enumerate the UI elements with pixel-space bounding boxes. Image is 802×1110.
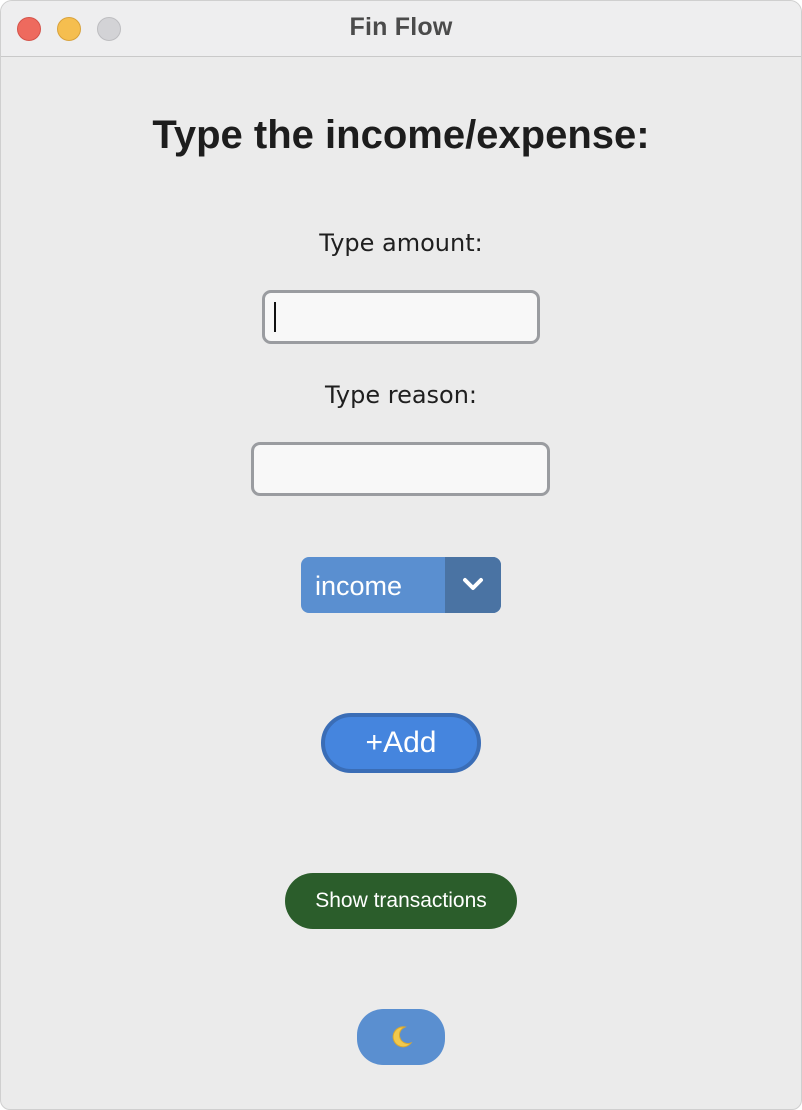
app-window: Fin Flow Type the income/expense: Type a…: [0, 0, 802, 1110]
page-title: Type the income/expense:: [152, 113, 650, 157]
amount-input[interactable]: [262, 290, 540, 344]
chevron-down-icon: [463, 578, 483, 590]
text-caret: [274, 302, 276, 332]
moon-icon: [392, 1026, 413, 1048]
type-select[interactable]: income: [301, 557, 501, 613]
add-button[interactable]: +Add: [321, 713, 481, 773]
window-title: Fin Flow: [349, 13, 453, 41]
title-bar: Fin Flow: [1, 1, 801, 57]
type-select-toggle[interactable]: [445, 557, 501, 613]
amount-label: Type amount:: [319, 229, 483, 257]
theme-toggle-button[interactable]: [357, 1009, 445, 1065]
type-select-value: income: [315, 571, 403, 601]
reason-input[interactable]: [251, 442, 550, 496]
show-transactions-button[interactable]: Show transactions: [285, 873, 517, 929]
reason-label: Type reason:: [324, 381, 478, 409]
